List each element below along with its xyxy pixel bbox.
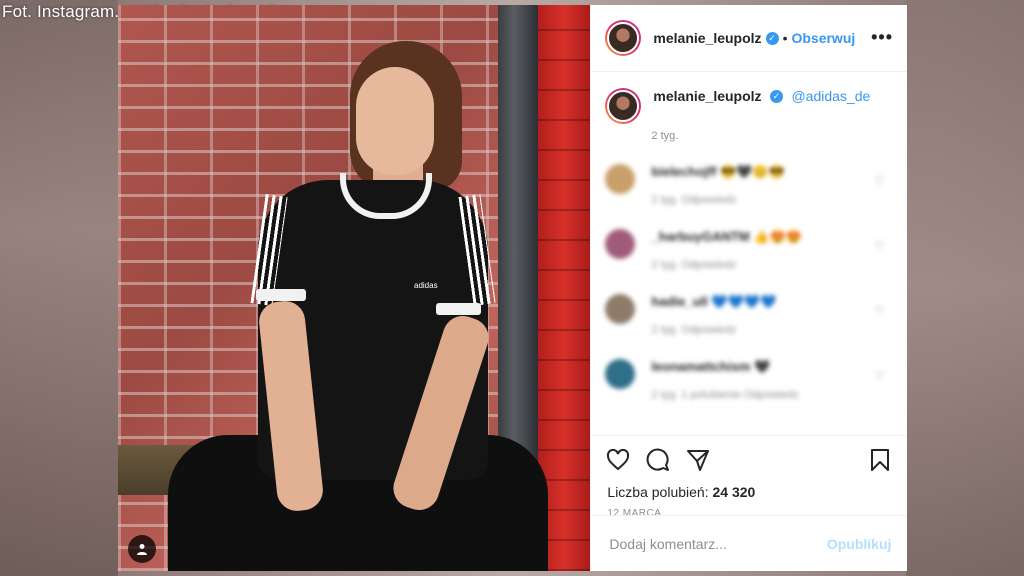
- adidas-logo: adidas: [414, 281, 438, 290]
- caption-time: 2 tyg.: [651, 130, 679, 142]
- comment-text: 🖤: [754, 359, 771, 374]
- shirt-cuff-left: [256, 289, 306, 301]
- background-blur-left: [0, 0, 118, 576]
- add-comment-bar: Opublikuj: [591, 515, 908, 571]
- comment-meta: 2 tyg. Odpowiedz: [651, 194, 737, 206]
- comment-meta: 2 tyg. Odpowiedz: [651, 324, 737, 336]
- header-username[interactable]: melanie_leupolz: [653, 30, 761, 46]
- comment-like-heart-icon[interactable]: ♡: [874, 239, 885, 253]
- heart-icon[interactable]: [605, 447, 631, 473]
- comment-text: 👍😍😍: [753, 229, 802, 244]
- action-icons-row: [591, 436, 907, 484]
- bookmark-icon[interactable]: [867, 447, 893, 473]
- post-header: melanie_leupolz ✓ • Obserwuj •••: [591, 5, 907, 72]
- instagram-post: adidas melanie_leupolz ✓ • Obserwuj ••• …: [118, 5, 908, 571]
- comment-text: 💙💙💙💙: [711, 294, 777, 309]
- list-item: _harbuyGANTM 👍😍😍 2 tyg. Odpowiedz ♡: [591, 229, 907, 294]
- comment-author[interactable]: hadie_ull: [651, 294, 707, 309]
- separator-dot: •: [782, 30, 788, 46]
- background-blur-right: [906, 0, 1024, 576]
- publish-button[interactable]: Opublikuj: [827, 536, 892, 552]
- likes-number: 24 320: [712, 484, 756, 500]
- header-avatar[interactable]: [605, 20, 642, 56]
- comment-like-heart-icon[interactable]: ♡: [874, 369, 885, 383]
- shirt-cuff-right: [436, 303, 481, 315]
- comment-avatar[interactable]: [605, 359, 636, 389]
- verified-badge-icon: ✓: [770, 90, 784, 104]
- comment-author[interactable]: _harbuyGANTM: [651, 229, 749, 244]
- caption-avatar[interactable]: [605, 88, 642, 124]
- more-options-icon[interactable]: •••: [871, 27, 893, 48]
- comment-avatar[interactable]: [605, 294, 636, 324]
- caption-mention[interactable]: @adidas_de: [791, 88, 870, 104]
- comment-meta: 2 tyg. 1 polubienie Odpowiedz: [651, 389, 799, 401]
- verified-badge-icon: ✓: [765, 31, 779, 45]
- comment-icon[interactable]: [645, 447, 671, 473]
- comments-list: bielechojff 😎🖤😊😎 2 tyg. Odpowiedz ♡ _har…: [591, 164, 907, 424]
- paper-plane-icon[interactable]: [685, 447, 711, 473]
- post-side-panel: melanie_leupolz ✓ • Obserwuj ••• melanie…: [590, 5, 908, 571]
- comment-author[interactable]: leonamattchism: [651, 359, 750, 374]
- follow-button[interactable]: Obserwuj: [791, 30, 855, 46]
- post-caption: melanie_leupolz ✓ @adidas_de: [591, 72, 907, 124]
- comment-like-heart-icon[interactable]: ♡: [874, 174, 885, 188]
- person-face: [356, 67, 434, 175]
- post-actions: Liczba polubień: 24 320 12 MARCA: [591, 435, 908, 527]
- list-item: bielechojff 😎🖤😊😎 2 tyg. Odpowiedz ♡: [591, 164, 907, 229]
- comment-like-heart-icon[interactable]: ♡: [874, 304, 885, 318]
- comment-avatar[interactable]: [605, 229, 636, 259]
- comment-input[interactable]: [607, 534, 827, 553]
- likes-label: Liczba polubień:: [607, 484, 709, 500]
- comment-avatar[interactable]: [605, 164, 636, 194]
- comment-meta: 2 tyg. Odpowiedz: [651, 259, 737, 271]
- list-item: leonamattchism 🖤 2 tyg. 1 polubienie Odp…: [591, 359, 907, 424]
- caption-username[interactable]: melanie_leupolz: [653, 88, 761, 104]
- post-photo[interactable]: adidas: [118, 5, 591, 571]
- comment-text: 😎🖤😊😎: [720, 164, 785, 179]
- likes-count[interactable]: Liczba polubień: 24 320: [591, 484, 907, 500]
- comment-author[interactable]: bielechojff: [651, 164, 716, 179]
- user-tag-icon[interactable]: [128, 535, 156, 563]
- list-item: hadie_ull 💙💙💙💙 2 tyg. Odpowiedz ♡: [591, 294, 907, 359]
